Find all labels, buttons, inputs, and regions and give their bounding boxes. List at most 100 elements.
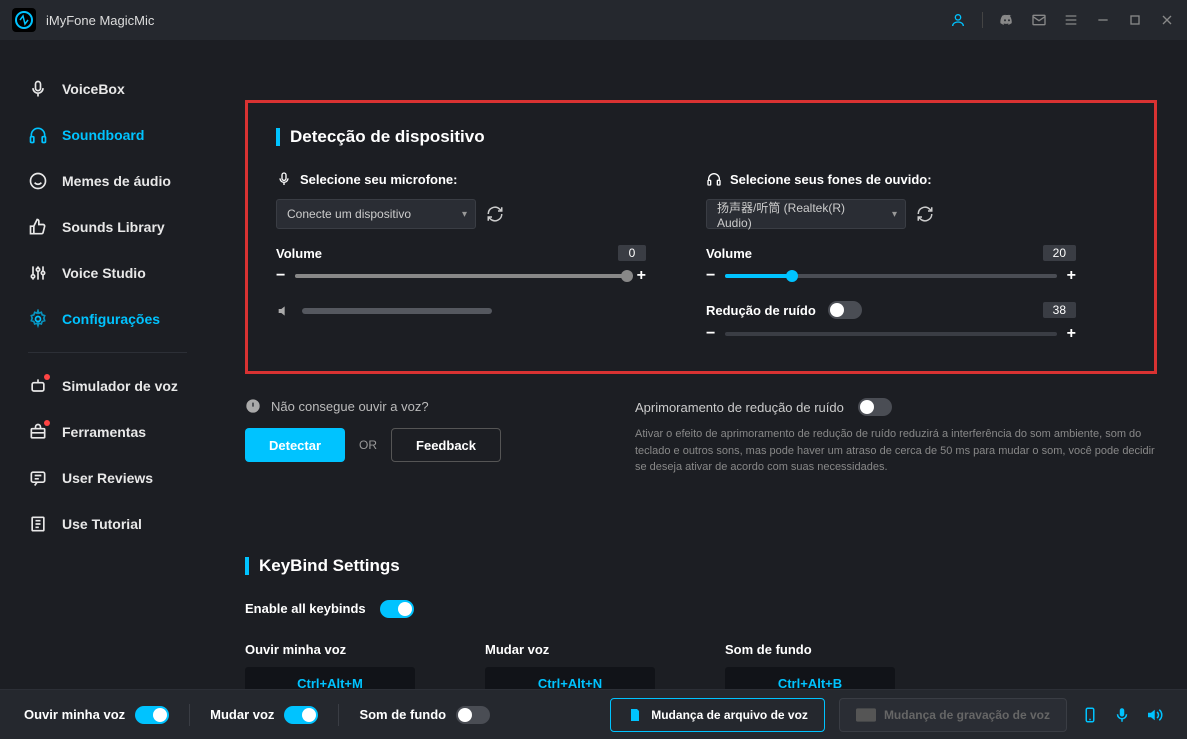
- mic-volume-slider[interactable]: [295, 274, 626, 278]
- content: Detecção de dispositivo Selecione seu mi…: [215, 40, 1187, 689]
- sidebar-label: VoiceBox: [62, 81, 125, 97]
- noise-slider[interactable]: [725, 332, 1056, 336]
- sidebar-item-soundboard[interactable]: Soundboard: [0, 112, 215, 158]
- bottombar: Ouvir minha voz Mudar voz Som de fundo M…: [0, 689, 1187, 739]
- bg-sound-toggle[interactable]: [456, 706, 490, 724]
- headphones-column: Selecione seus fones de ouvido: 扬声器/听筒 (…: [706, 171, 1076, 343]
- mic-select-label: Selecione seu microfone:: [276, 171, 646, 187]
- noise-enh-toggle[interactable]: [858, 398, 892, 416]
- toolbox-icon: [28, 422, 48, 442]
- hp-select[interactable]: 扬声器/听筒 (Realtek(R) Audio): [706, 199, 906, 229]
- headphones-small-icon: [706, 171, 722, 187]
- file-voice-change-button[interactable]: Mudança de arquivo de voz: [610, 698, 825, 732]
- sidebar-label: Sounds Library: [62, 219, 165, 235]
- sidebar-separator: [28, 352, 187, 353]
- sidebar-item-voice-sim[interactable]: Simulador de voz: [0, 363, 215, 409]
- change-voice-toggle[interactable]: [284, 706, 318, 724]
- sidebar-label: User Reviews: [62, 470, 153, 486]
- hear-voice-warning: Não consegue ouvir a voz?: [245, 398, 429, 414]
- noise-reduction-label: Redução de ruído: [706, 303, 816, 318]
- mic-volume-value: 0: [618, 245, 646, 261]
- bottom-change-voice: Mudar voz: [210, 706, 318, 724]
- keybind-title: KeyBind Settings: [245, 556, 1157, 576]
- keybind-item-bg-sound: Som de fundo Ctrl+Alt+B: [725, 642, 895, 690]
- gear-icon: [28, 309, 48, 329]
- keybind-label: Mudar voz: [485, 642, 655, 657]
- mic-volume-plus[interactable]: +: [637, 267, 646, 285]
- keybind-section: KeyBind Settings Enable all keybinds Ouv…: [245, 556, 1157, 690]
- keybind-label: Ouvir minha voz: [245, 642, 415, 657]
- device-detection-title: Detecção de dispositivo: [276, 127, 1126, 147]
- close-icon[interactable]: [1159, 12, 1175, 28]
- mail-icon[interactable]: [1031, 12, 1047, 28]
- bottom-bg-sound: Som de fundo: [359, 706, 490, 724]
- sidebar-item-tools[interactable]: Ferramentas: [0, 409, 215, 455]
- hp-refresh-button[interactable]: [916, 205, 934, 223]
- smile-icon: [28, 171, 48, 191]
- sidebar-label: Configurações: [62, 311, 160, 327]
- minimize-icon[interactable]: [1095, 12, 1111, 28]
- bottom-separator: [189, 704, 190, 726]
- maximize-icon[interactable]: [1127, 12, 1143, 28]
- phone-icon[interactable]: [1081, 706, 1099, 724]
- sidebar-item-tutorial[interactable]: Use Tutorial: [0, 501, 215, 547]
- sidebar-label: Soundboard: [62, 127, 144, 143]
- hp-volume-label: Volume: [706, 246, 752, 261]
- device-detection-panel: Detecção de dispositivo Selecione seu mi…: [245, 100, 1157, 374]
- keybind-box-change-voice[interactable]: Ctrl+Alt+N: [485, 667, 655, 690]
- hp-volume-plus[interactable]: +: [1067, 267, 1076, 285]
- mic-refresh-button[interactable]: [486, 205, 504, 223]
- noise-enh-title: Aprimoramento de redução de ruído: [635, 400, 844, 415]
- discord-icon[interactable]: [999, 12, 1015, 28]
- sidebar-item-memes[interactable]: Memes de áudio: [0, 158, 215, 204]
- sidebar-item-voice-studio[interactable]: Voice Studio: [0, 250, 215, 296]
- sidebar-label: Simulador de voz: [62, 378, 178, 394]
- app-logo: [12, 8, 36, 32]
- titlebar-left: iMyFone MagicMic: [12, 8, 154, 32]
- app-title: iMyFone MagicMic: [46, 13, 154, 28]
- rec-voice-change-button[interactable]: Mudança de gravação de voz: [839, 698, 1067, 732]
- user-icon[interactable]: [950, 12, 966, 28]
- mic-level-meter: [302, 308, 492, 314]
- hp-volume-slider[interactable]: [725, 274, 1056, 278]
- detect-button[interactable]: Detectar: [245, 428, 345, 462]
- noise-reduction-toggle[interactable]: [828, 301, 862, 319]
- keybind-box-bg-sound[interactable]: Ctrl+Alt+B: [725, 667, 895, 690]
- mic-bottom-icon[interactable]: [1113, 706, 1131, 724]
- headphones-icon: [28, 125, 48, 145]
- mic-volume-minus[interactable]: −: [276, 267, 285, 285]
- hp-select-label: Selecione seus fones de ouvido:: [706, 171, 1076, 187]
- thumb-icon: [28, 217, 48, 237]
- noise-enhancement-column: Aprimoramento de redução de ruído Ativar…: [635, 374, 1157, 476]
- sidebar-item-voicebox[interactable]: VoiceBox: [0, 66, 215, 112]
- chat-icon: [28, 468, 48, 488]
- mic-icon: [28, 79, 48, 99]
- noise-plus[interactable]: +: [1067, 325, 1076, 343]
- detect-help-column: Não consegue ouvir a voz? Detectar OR Fe…: [245, 374, 575, 476]
- menu-icon[interactable]: [1063, 12, 1079, 28]
- rec-icon: [856, 708, 876, 722]
- titlebar: iMyFone MagicMic: [0, 0, 1187, 40]
- sidebar-label: Memes de áudio: [62, 173, 171, 189]
- sidebar-item-sounds-library[interactable]: Sounds Library: [0, 204, 215, 250]
- hear-voice-toggle[interactable]: [135, 706, 169, 724]
- speaker-small-icon: [276, 303, 292, 319]
- sidebar-item-reviews[interactable]: User Reviews: [0, 455, 215, 501]
- doc-icon: [28, 514, 48, 534]
- keybind-enable-toggle[interactable]: [380, 600, 414, 618]
- robot-icon: [28, 376, 48, 396]
- mic-select[interactable]: Conecte um dispositivo: [276, 199, 476, 229]
- bottom-hear-voice: Ouvir minha voz: [24, 706, 169, 724]
- speaker-bottom-icon[interactable]: [1145, 706, 1163, 724]
- main-area: VoiceBox Soundboard Memes de áudio Sound…: [0, 40, 1187, 689]
- mic-small-icon: [276, 171, 292, 187]
- hp-volume-minus[interactable]: −: [706, 267, 715, 285]
- feedback-button[interactable]: Feedback: [391, 428, 501, 462]
- keybind-item-change-voice: Mudar voz Ctrl+Alt+N: [485, 642, 655, 690]
- keybind-box-hear-voice[interactable]: Ctrl+Alt+M: [245, 667, 415, 690]
- noise-minus[interactable]: −: [706, 325, 715, 343]
- hp-volume-value: 20: [1043, 245, 1076, 261]
- or-text: OR: [359, 438, 377, 452]
- sidebar-item-settings[interactable]: Configurações: [0, 296, 215, 342]
- sidebar-label: Ferramentas: [62, 424, 146, 440]
